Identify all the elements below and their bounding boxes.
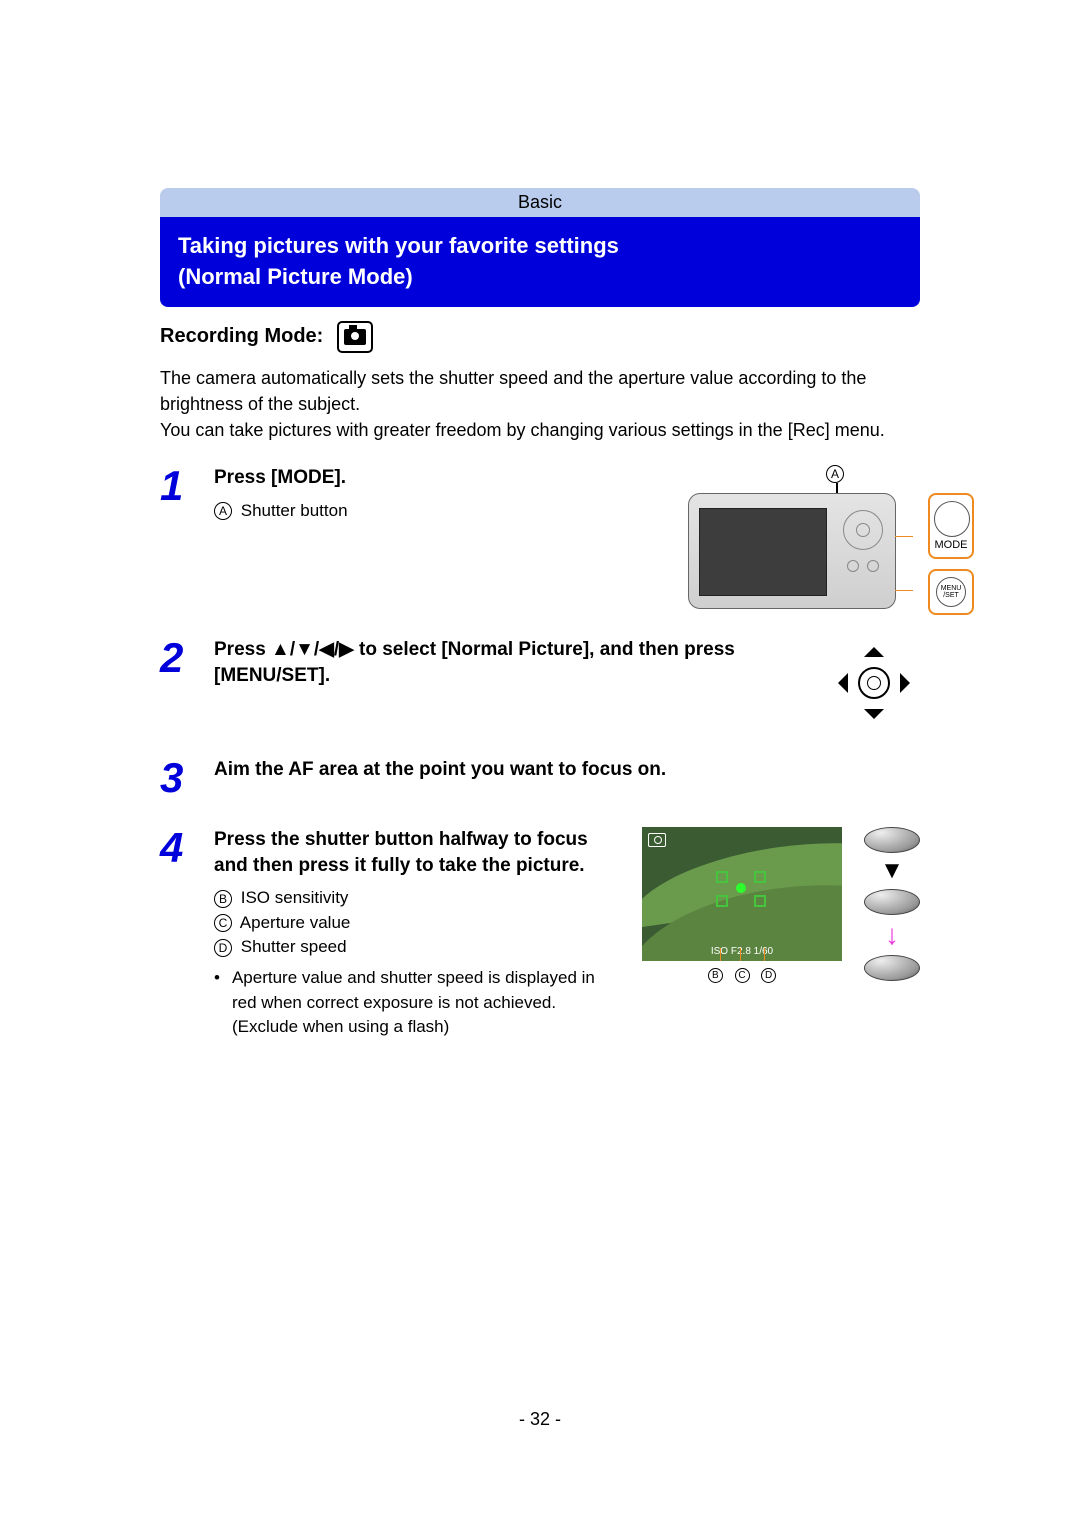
- title-line-1: Taking pictures with your favorite setti…: [178, 231, 902, 262]
- step-heading: Press ▲/▼/◀/▶ to select [Normal Picture]…: [214, 637, 808, 688]
- exposure-note: Aperture value and shutter speed is disp…: [214, 966, 622, 1040]
- step-sub: A Shutter button: [214, 499, 668, 524]
- step-4: 4 Press the shutter button halfway to fo…: [160, 827, 920, 1040]
- dpad-right-icon: [900, 673, 920, 693]
- menu-set-button-illus: MENU /SET: [928, 569, 974, 615]
- steps-list: 1 Press [MODE]. A Shutter button A: [160, 465, 920, 1040]
- shutter-button-icon: [864, 889, 920, 915]
- callout-a-label: A: [214, 502, 232, 520]
- step-heading: Press [MODE].: [214, 465, 668, 491]
- lcd-below-labels: B C D: [642, 967, 842, 983]
- callout-d-row: D Shutter speed: [214, 935, 622, 960]
- dpad-illustration: [828, 637, 920, 729]
- focus-dot-icon: [736, 883, 746, 893]
- step-2: 2 Press ▲/▼/◀/▶ to select [Normal Pictur…: [160, 637, 920, 729]
- arrow-down-icon: ↓: [885, 921, 899, 949]
- title-line-2: (Normal Picture Mode): [178, 262, 902, 293]
- mode-button-illus: MODE: [928, 493, 974, 559]
- callout-c-label: C: [214, 914, 232, 932]
- step-heading: Aim the AF area at the point you want to…: [214, 757, 920, 783]
- camera-mode-icon: [648, 833, 666, 847]
- recording-mode-row: Recording Mode:: [160, 321, 920, 353]
- shutter-press-diagram: ▼ ↓: [864, 827, 920, 981]
- lcd-screen-icon: ISO F2.8 1/60: [642, 827, 842, 961]
- page-content: Basic Taking pictures with your favorite…: [160, 188, 920, 1040]
- callout-c-row: C Aperture value: [214, 911, 622, 936]
- step-3: 3 Aim the AF area at the point you want …: [160, 757, 920, 799]
- step-number: 1: [160, 465, 194, 507]
- dpad-down-icon: [864, 709, 884, 729]
- step-number: 4: [160, 827, 194, 869]
- arrow-down-icon: ▼: [880, 859, 904, 883]
- camera-illustration: A MODE: [688, 465, 920, 609]
- callout-b-text: ISO sensitivity: [241, 888, 349, 907]
- callout-d-text: Shutter speed: [241, 937, 347, 956]
- callout-b-label: B: [214, 890, 232, 908]
- callout-a-text: Shutter button: [241, 501, 348, 520]
- lcd-readout: ISO F2.8 1/60: [642, 946, 842, 957]
- callout-c-text: Aperture value: [240, 913, 351, 932]
- intro-p2: You can take pictures with greater freed…: [160, 417, 920, 443]
- shutter-button-icon: [864, 827, 920, 853]
- page-number: - 32 -: [0, 1409, 1080, 1430]
- callout-d-label: D: [214, 939, 232, 957]
- page-title-banner: Taking pictures with your favorite setti…: [160, 217, 920, 307]
- recording-mode-label: Recording Mode:: [160, 325, 323, 348]
- callout-b-row: B ISO sensitivity: [214, 886, 622, 911]
- step-heading: Press the shutter button halfway to focu…: [214, 827, 622, 878]
- intro-text: The camera automatically sets the shutte…: [160, 365, 920, 443]
- step-number: 2: [160, 637, 194, 679]
- dpad-center-icon: [858, 667, 890, 699]
- step-number: 3: [160, 757, 194, 799]
- section-tab: Basic: [160, 188, 920, 217]
- shutter-button-icon: [864, 955, 920, 981]
- camera-body-icon: [688, 493, 896, 609]
- camera-icon: [337, 321, 373, 353]
- dpad-up-icon: [864, 637, 884, 657]
- step-1: 1 Press [MODE]. A Shutter button A: [160, 465, 920, 609]
- intro-p1: The camera automatically sets the shutte…: [160, 365, 920, 417]
- dpad-left-icon: [828, 673, 848, 693]
- lcd-and-shutter-illustration: ISO F2.8 1/60 B C D ▼ ↓: [642, 827, 920, 983]
